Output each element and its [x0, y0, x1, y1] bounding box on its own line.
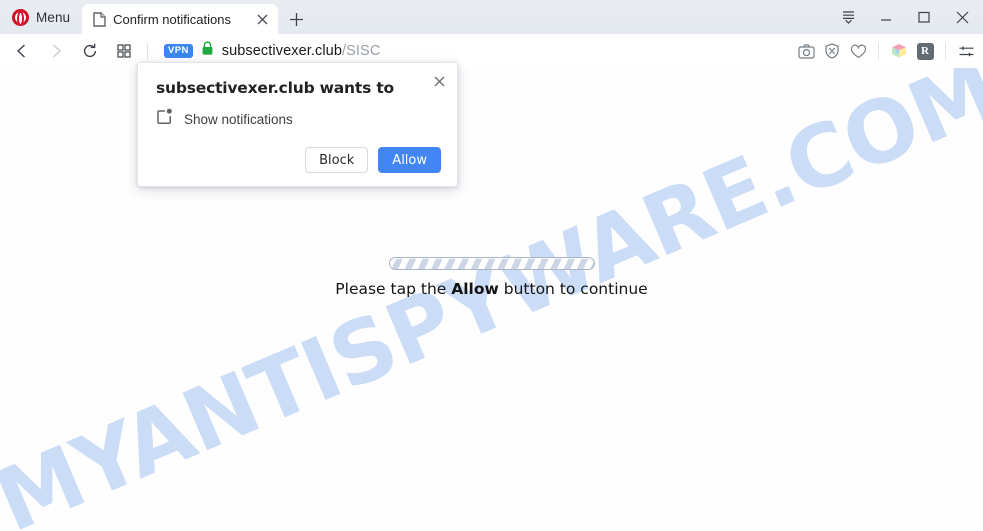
instruction-suffix: button to continue: [498, 280, 648, 298]
extension-r-badge[interactable]: R: [912, 37, 938, 65]
toolbar-divider: [147, 42, 148, 60]
maximize-icon[interactable]: [905, 0, 943, 34]
tab-close-icon[interactable]: [253, 10, 272, 29]
new-tab-button[interactable]: [282, 5, 310, 33]
opera-menu-button[interactable]: Menu: [0, 0, 80, 34]
dialog-title: subsectivexer.club wants to: [156, 79, 394, 97]
colorful-cube-extension-icon[interactable]: [886, 37, 912, 65]
instruction-emphasis: Allow: [451, 280, 499, 298]
grid-tiles-icon[interactable]: [108, 37, 140, 65]
dialog-actions: Block Allow: [305, 147, 441, 173]
instruction-prefix: Please tap the: [335, 280, 452, 298]
toolbar-divider-2: [878, 42, 879, 60]
padlock-secure-icon[interactable]: [201, 41, 214, 61]
page-document-icon: [93, 11, 106, 27]
address-input[interactable]: VPN subsectivexer.club/SISC: [155, 37, 787, 65]
striped-progress-bar: [388, 257, 595, 270]
heart-icon[interactable]: [845, 37, 871, 65]
notification-permission-dialog: subsectivexer.club wants to Show notific…: [137, 62, 458, 187]
scam-content-block: Please tap the Allow button to continue: [0, 257, 983, 298]
forward-arrow-icon: [40, 37, 72, 65]
toolbar-divider-3: [945, 42, 946, 60]
instruction-text: Please tap the Allow button to continue: [0, 280, 983, 298]
notifications-bell-square-icon: [156, 108, 173, 130]
shield-block-icon[interactable]: [819, 37, 845, 65]
menu-label: Menu: [36, 9, 71, 25]
url-path: /SISC: [342, 43, 381, 59]
toolbar-right-icons: R: [793, 37, 983, 65]
tab-title: Confirm notifications: [113, 11, 231, 27]
back-arrow-icon[interactable]: [6, 37, 38, 65]
sliders-settings-icon[interactable]: [953, 37, 979, 65]
dialog-close-icon[interactable]: [428, 70, 450, 92]
tab-list-dropdown-icon[interactable]: [829, 0, 867, 34]
url-domain: subsectivexer.club: [221, 43, 343, 59]
url-text: subsectivexer.club/SISC: [222, 43, 381, 59]
window-controls: [829, 0, 983, 34]
reload-icon[interactable]: [74, 37, 106, 65]
minimize-icon[interactable]: [867, 0, 905, 34]
browser-tab[interactable]: Confirm notifications: [82, 4, 279, 34]
allow-button[interactable]: Allow: [378, 147, 441, 173]
tab-strip: Menu Confirm notifications: [0, 0, 983, 34]
permission-label: Show notifications: [184, 111, 293, 127]
camera-snapshot-icon[interactable]: [793, 37, 819, 65]
extension-r-label: R: [916, 42, 934, 60]
block-button[interactable]: Block: [305, 147, 369, 173]
opera-logo-icon: [12, 8, 29, 26]
window-close-icon[interactable]: [943, 0, 981, 34]
vpn-badge[interactable]: VPN: [164, 44, 193, 58]
permission-row: Show notifications: [156, 108, 293, 130]
browser-window: Menu Confirm notifications VPN subsectiv…: [0, 0, 983, 531]
